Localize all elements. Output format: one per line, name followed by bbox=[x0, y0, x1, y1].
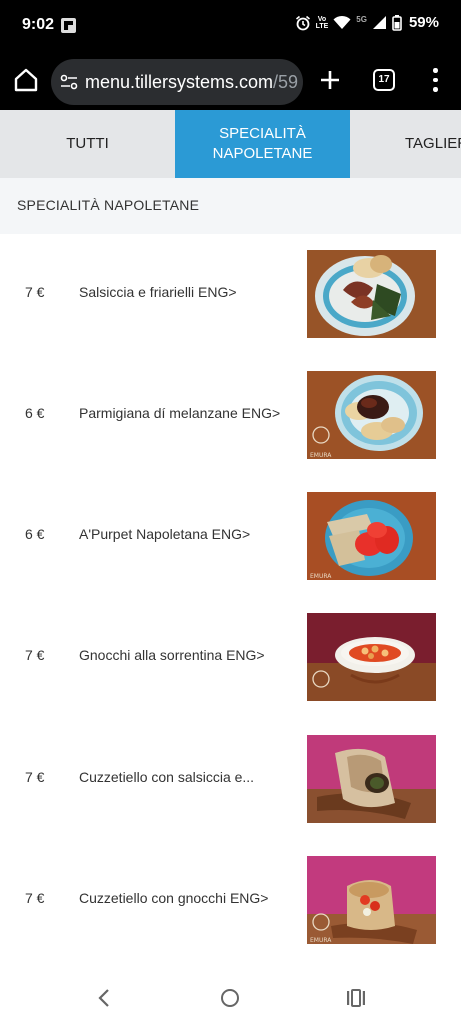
menu-item[interactable]: 7 € Gnocchi alla sorrentina ENG> bbox=[0, 597, 461, 717]
overflow-menu-button[interactable] bbox=[425, 68, 445, 92]
tab-taglieri[interactable]: TAGLIER bbox=[350, 110, 461, 178]
tab-tutti[interactable]: TUTTI bbox=[0, 110, 175, 178]
browser-toolbar: menu.tillersystems.com/59 17 bbox=[0, 54, 461, 110]
url-text[interactable]: menu.tillersystems.com/59 bbox=[85, 72, 298, 93]
gnocchi-dish-photo[interactable] bbox=[307, 613, 436, 701]
address-bar[interactable]: menu.tillersystems.com/59 bbox=[51, 59, 303, 105]
svg-text:EMURA: EMURA bbox=[310, 452, 332, 459]
dot-icon bbox=[433, 68, 438, 73]
signal-icon bbox=[372, 16, 386, 29]
menu-item[interactable]: 7 € Cuzzetiello con gnocchi ENG> EMURA bbox=[0, 840, 461, 960]
item-price: 6 € bbox=[25, 405, 45, 421]
notification-icon bbox=[61, 18, 76, 33]
status-time: 9:02 bbox=[22, 16, 55, 33]
svg-text:EMURA: EMURA bbox=[310, 573, 332, 580]
section-title: SPECIALITÀ NAPOLETANE bbox=[17, 197, 200, 213]
wifi-icon bbox=[333, 15, 351, 29]
status-bar: 9:02 Vo LTE 5G 59% bbox=[0, 0, 461, 54]
url-host: menu.tillersystems.com bbox=[85, 72, 274, 92]
cuzzetiello-gnocchi-photo[interactable]: EMURA bbox=[307, 856, 436, 944]
item-price: 7 € bbox=[25, 769, 45, 785]
section-header: SPECIALITÀ NAPOLETANE bbox=[0, 178, 461, 234]
category-tabs: TUTTI SPECIALITÀ NAPOLETANE TAGLIER bbox=[0, 110, 461, 178]
item-name[interactable]: Cuzzetiello con salsiccia e... bbox=[79, 769, 254, 785]
network-type: 5G bbox=[356, 15, 367, 24]
menu-item[interactable]: 7 € Cuzzetiello con salsiccia e... bbox=[0, 719, 461, 839]
item-price: 6 € bbox=[25, 526, 45, 542]
item-price: 7 € bbox=[25, 890, 45, 906]
recents-icon[interactable] bbox=[346, 989, 366, 1007]
item-name[interactable]: Parmigiana dí melanzane ENG> bbox=[79, 405, 280, 421]
item-name[interactable]: Cuzzetiello con gnocchi ENG> bbox=[79, 890, 269, 906]
url-path: /59 bbox=[273, 72, 299, 92]
item-price: 7 € bbox=[25, 647, 45, 663]
dot-icon bbox=[433, 87, 438, 92]
tab-label: SPECIALITÀ NAPOLETANE bbox=[212, 125, 313, 162]
menu-item[interactable]: 7 € Salsiccia e friarielli ENG> bbox=[0, 234, 461, 354]
item-name[interactable]: A'Purpet Napoletana ENG> bbox=[79, 526, 250, 542]
home-button[interactable] bbox=[12, 66, 40, 94]
home-icon bbox=[14, 68, 38, 92]
home-nav-icon[interactable] bbox=[221, 989, 239, 1007]
system-navigation-bar bbox=[0, 970, 461, 1024]
cuzzetiello-sausage-photo[interactable] bbox=[307, 735, 436, 823]
site-settings-icon[interactable] bbox=[60, 74, 78, 90]
status-icons: Vo LTE 5G 59% bbox=[295, 14, 439, 31]
item-name[interactable]: Gnocchi alla sorrentina ENG> bbox=[79, 647, 265, 663]
sausage-dish-photo[interactable] bbox=[307, 250, 436, 338]
menu-item[interactable]: 6 € A'Purpet Napoletana ENG> EMURA bbox=[0, 476, 461, 596]
item-price: 7 € bbox=[25, 284, 45, 300]
menu-item[interactable]: 6 € Parmigiana dí melanzane ENG> EMURA bbox=[0, 355, 461, 475]
alarm-icon bbox=[295, 15, 310, 30]
volte-icon: Vo LTE bbox=[315, 15, 329, 30]
dot-icon bbox=[433, 77, 438, 82]
new-tab-button[interactable] bbox=[318, 68, 342, 92]
back-icon[interactable] bbox=[96, 988, 112, 1008]
battery-icon bbox=[392, 14, 402, 31]
svg-text:EMURA: EMURA bbox=[310, 937, 332, 944]
plus-icon bbox=[321, 71, 339, 89]
meatball-dish-photo[interactable]: EMURA bbox=[307, 492, 436, 580]
item-name[interactable]: Salsiccia e friarielli ENG> bbox=[79, 284, 237, 300]
parmigiana-dish-photo[interactable]: EMURA bbox=[307, 371, 436, 459]
battery-percent: 59% bbox=[408, 14, 439, 31]
tab-specialita-napoletane[interactable]: SPECIALITÀ NAPOLETANE bbox=[175, 110, 350, 178]
tab-switcher-button[interactable]: 17 bbox=[373, 69, 395, 91]
